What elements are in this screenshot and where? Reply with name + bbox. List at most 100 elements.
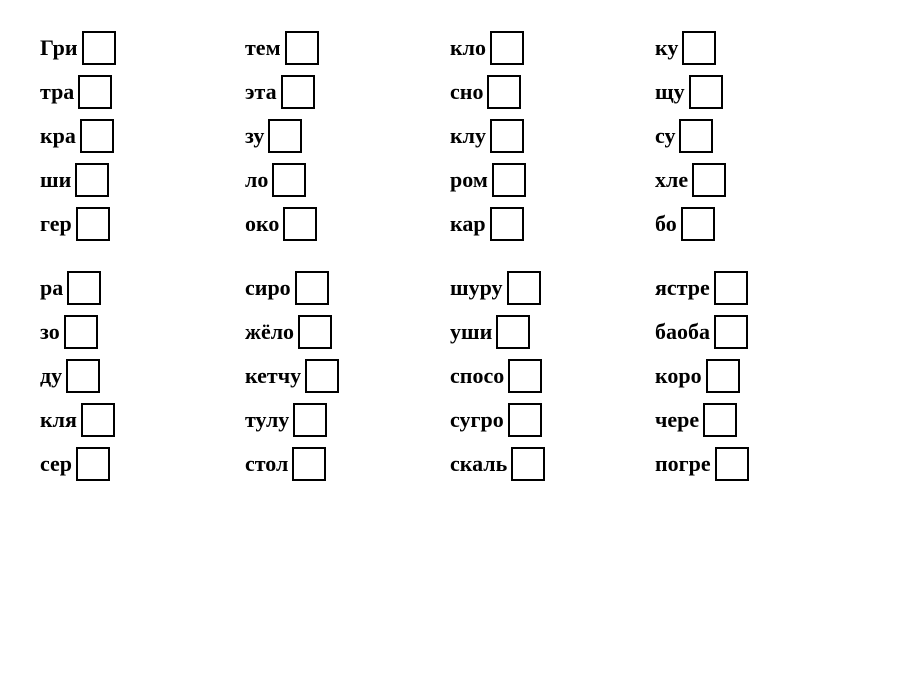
- word-row: кар: [450, 207, 655, 241]
- section-2: ра зо ду кля сер сиро жёло кетчу тулу стол шуру уши…: [40, 271, 860, 481]
- section-2-col-4: ястребaoбакорочерепогре: [655, 271, 860, 481]
- section-1-col-1: Гри тра кра ши гер: [40, 31, 245, 241]
- word-prefix: кра: [40, 123, 76, 149]
- word-prefix: тулу: [245, 407, 289, 433]
- word-box[interactable]: [490, 119, 524, 153]
- word-prefix: клу: [450, 123, 486, 149]
- word-prefix: тра: [40, 79, 74, 105]
- word-box[interactable]: [714, 271, 748, 305]
- word-box[interactable]: [507, 271, 541, 305]
- word-prefix: хле: [655, 167, 688, 193]
- word-row: спосо: [450, 359, 655, 393]
- word-row: кля: [40, 403, 245, 437]
- word-row: ло: [245, 163, 450, 197]
- word-row: сер: [40, 447, 245, 481]
- section-2-col-1: ра зо ду кля сер: [40, 271, 245, 481]
- word-box[interactable]: [283, 207, 317, 241]
- word-prefix: ло: [245, 167, 268, 193]
- word-row: ра: [40, 271, 245, 305]
- word-box[interactable]: [281, 75, 315, 109]
- word-prefix: тем: [245, 35, 281, 61]
- word-box[interactable]: [511, 447, 545, 481]
- word-box[interactable]: [64, 315, 98, 349]
- word-prefix: ши: [40, 167, 71, 193]
- word-prefix: бaoба: [655, 319, 710, 345]
- word-box[interactable]: [293, 403, 327, 437]
- word-box[interactable]: [80, 119, 114, 153]
- word-prefix: уши: [450, 319, 492, 345]
- word-prefix: гер: [40, 211, 72, 237]
- word-box[interactable]: [285, 31, 319, 65]
- word-row: погре: [655, 447, 860, 481]
- word-box[interactable]: [76, 207, 110, 241]
- word-box[interactable]: [295, 271, 329, 305]
- word-box[interactable]: [682, 31, 716, 65]
- word-prefix: шуру: [450, 275, 503, 301]
- word-row: гер: [40, 207, 245, 241]
- word-box[interactable]: [692, 163, 726, 197]
- word-box[interactable]: [492, 163, 526, 197]
- word-prefix: су: [655, 123, 675, 149]
- word-row: жёло: [245, 315, 450, 349]
- word-box[interactable]: [76, 447, 110, 481]
- word-row: бо: [655, 207, 860, 241]
- word-box[interactable]: [272, 163, 306, 197]
- section-2-col-3: шуру уши спосо сугро скаль: [450, 271, 655, 481]
- word-row: сугро: [450, 403, 655, 437]
- word-prefix: бо: [655, 211, 677, 237]
- word-prefix: скаль: [450, 451, 507, 477]
- word-box[interactable]: [689, 75, 723, 109]
- word-row: шуру: [450, 271, 655, 305]
- word-box[interactable]: [706, 359, 740, 393]
- word-box[interactable]: [490, 207, 524, 241]
- word-box[interactable]: [75, 163, 109, 197]
- word-row: Гри: [40, 31, 245, 65]
- word-row: ши: [40, 163, 245, 197]
- word-box[interactable]: [82, 31, 116, 65]
- word-row: тра: [40, 75, 245, 109]
- word-box[interactable]: [714, 315, 748, 349]
- word-box[interactable]: [305, 359, 339, 393]
- word-box[interactable]: [268, 119, 302, 153]
- word-row: эта: [245, 75, 450, 109]
- word-prefix: ром: [450, 167, 488, 193]
- word-box[interactable]: [81, 403, 115, 437]
- word-box[interactable]: [487, 75, 521, 109]
- word-box[interactable]: [66, 359, 100, 393]
- word-row: кра: [40, 119, 245, 153]
- word-box[interactable]: [67, 271, 101, 305]
- section-1-col-2: темэтазулооко: [245, 31, 450, 241]
- section-1: Гритракрашигертемэтазулоококлосноклуромк…: [40, 31, 860, 241]
- word-row: кетчу: [245, 359, 450, 393]
- word-row: тем: [245, 31, 450, 65]
- word-box[interactable]: [490, 31, 524, 65]
- word-box[interactable]: [508, 403, 542, 437]
- word-row: ястре: [655, 271, 860, 305]
- page: Гритракрашигертемэтазулоококлосноклуромк…: [10, 11, 890, 681]
- word-box[interactable]: [715, 447, 749, 481]
- word-row: сиро: [245, 271, 450, 305]
- word-row: сно: [450, 75, 655, 109]
- word-box[interactable]: [78, 75, 112, 109]
- word-row: бaoба: [655, 315, 860, 349]
- word-prefix: сиро: [245, 275, 291, 301]
- word-box[interactable]: [703, 403, 737, 437]
- word-row: стол: [245, 447, 450, 481]
- word-prefix: щу: [655, 79, 685, 105]
- word-prefix: ду: [40, 363, 62, 389]
- word-prefix: ястре: [655, 275, 710, 301]
- word-box[interactable]: [681, 207, 715, 241]
- word-row: чере: [655, 403, 860, 437]
- word-row: тулу: [245, 403, 450, 437]
- word-prefix: зо: [40, 319, 60, 345]
- word-row: ром: [450, 163, 655, 197]
- word-box[interactable]: [292, 447, 326, 481]
- word-box[interactable]: [496, 315, 530, 349]
- word-row: клу: [450, 119, 655, 153]
- word-row: хле: [655, 163, 860, 197]
- word-prefix: эта: [245, 79, 277, 105]
- word-box[interactable]: [679, 119, 713, 153]
- word-box[interactable]: [298, 315, 332, 349]
- word-box[interactable]: [508, 359, 542, 393]
- section-1-col-4: кущусухлебо: [655, 31, 860, 241]
